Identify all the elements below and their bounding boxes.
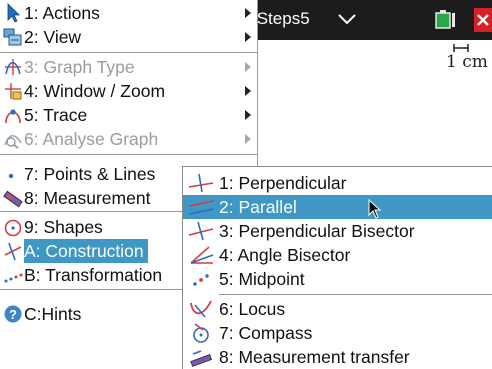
perpendicular-icon bbox=[188, 173, 214, 193]
measurement-transfer-icon bbox=[190, 350, 213, 367]
points-lines-icon bbox=[8, 173, 14, 179]
submenu-arrow-icon bbox=[245, 62, 251, 72]
submenu-arrow-icon bbox=[245, 8, 251, 18]
menu-item-trace[interactable]: 5: Trace bbox=[0, 103, 258, 127]
menu-item-view[interactable]: 2: View bbox=[0, 25, 258, 49]
transformation-icon bbox=[4, 273, 23, 283]
construction-submenu: 1: Perpendicular 2: Parallel 3: Perpendi… bbox=[182, 166, 492, 369]
menu-item-analyse-graph: 6: Analyse Graph bbox=[0, 127, 258, 151]
scale-bar-icon bbox=[453, 44, 469, 52]
measurement-icon bbox=[3, 190, 23, 208]
menu-item-label: 1: Actions bbox=[24, 3, 100, 23]
submenu-item-label: 6: Locus bbox=[219, 299, 286, 319]
submenu-arrow-icon bbox=[245, 86, 251, 96]
menu-item-label: 5: Trace bbox=[24, 105, 88, 125]
compass-icon bbox=[193, 323, 209, 343]
submenu-item-label: 4: Angle Bisector bbox=[219, 245, 351, 265]
hints-icon: ? bbox=[4, 305, 22, 323]
mouse-cursor-icon bbox=[368, 199, 382, 219]
menu-divider bbox=[0, 52, 258, 53]
construction-icon bbox=[4, 242, 22, 261]
battery-icon bbox=[435, 10, 455, 29]
submenu-item-label: 7: Compass bbox=[219, 323, 313, 343]
menu-item-label: 4: Window / Zoom bbox=[24, 81, 166, 101]
menu-item-label: C:Hints bbox=[24, 304, 82, 324]
perpendicular-bisector-icon bbox=[188, 221, 214, 241]
chevron-down-icon[interactable] bbox=[337, 12, 357, 26]
close-icon[interactable] bbox=[474, 8, 492, 32]
graph-type-icon bbox=[5, 59, 21, 75]
document-title[interactable]: tSteps5 bbox=[252, 9, 310, 29]
submenu-item-perpendicular[interactable]: 1: Perpendicular bbox=[183, 171, 492, 195]
submenu-arrow-icon bbox=[245, 32, 251, 42]
submenu-item-perpendicular-bisector[interactable]: 3: Perpendicular Bisector bbox=[183, 219, 492, 243]
menu-item-label: B: Transformation bbox=[24, 265, 163, 285]
menu-item-label: 6: Analyse Graph bbox=[24, 129, 159, 149]
menu-item-actions[interactable]: 1: Actions bbox=[0, 1, 258, 25]
svg-text:?: ? bbox=[9, 307, 17, 322]
submenu-item-angle-bisector[interactable]: 4: Angle Bisector bbox=[183, 243, 492, 267]
view-icon bbox=[3, 28, 22, 46]
submenu-item-label: 5: Midpoint bbox=[219, 269, 305, 289]
menu-item-label: 3: Graph Type bbox=[24, 57, 135, 77]
pointer-icon bbox=[7, 3, 20, 23]
locus-icon bbox=[190, 300, 212, 318]
menu-item-window-zoom[interactable]: 4: Window / Zoom bbox=[0, 79, 258, 103]
parallel-icon bbox=[188, 200, 214, 215]
menu-divider bbox=[0, 154, 258, 155]
submenu-item-midpoint[interactable]: 5: Midpoint bbox=[183, 267, 492, 291]
submenu-item-measurement-transfer[interactable]: 8: Measurement transfer bbox=[183, 345, 492, 369]
submenu-item-label: 2: Parallel bbox=[219, 197, 297, 217]
menu-item-label: 2: View bbox=[24, 27, 82, 47]
shapes-icon bbox=[4, 219, 22, 237]
submenu-item-locus[interactable]: 6: Locus bbox=[183, 297, 492, 321]
submenu-arrow-icon bbox=[245, 134, 251, 144]
submenu-item-compass[interactable]: 7: Compass bbox=[183, 321, 492, 345]
menu-item-label: 8: Measurement bbox=[24, 188, 151, 208]
menu-item-label: 9: Shapes bbox=[24, 217, 103, 237]
analyse-graph-icon bbox=[4, 134, 22, 149]
scale-label: 1 cm bbox=[446, 52, 488, 72]
submenu-divider bbox=[219, 294, 492, 295]
menu-item-label: 7: Points & Lines bbox=[24, 164, 156, 184]
submenu-item-label: 8: Measurement transfer bbox=[219, 347, 410, 367]
window-zoom-icon bbox=[5, 83, 22, 100]
midpoint-icon bbox=[193, 274, 209, 286]
menu-item-label: A: Construction bbox=[24, 239, 148, 263]
menu-item-graph-type: 3: Graph Type bbox=[0, 55, 258, 79]
submenu-item-label: 1: Perpendicular bbox=[219, 173, 347, 193]
trace-icon bbox=[5, 109, 21, 124]
submenu-item-label: 3: Perpendicular Bisector bbox=[219, 221, 415, 241]
submenu-item-parallel[interactable]: 2: Parallel bbox=[183, 195, 492, 219]
submenu-arrow-icon bbox=[245, 110, 251, 120]
angle-bisector-icon bbox=[190, 246, 214, 264]
